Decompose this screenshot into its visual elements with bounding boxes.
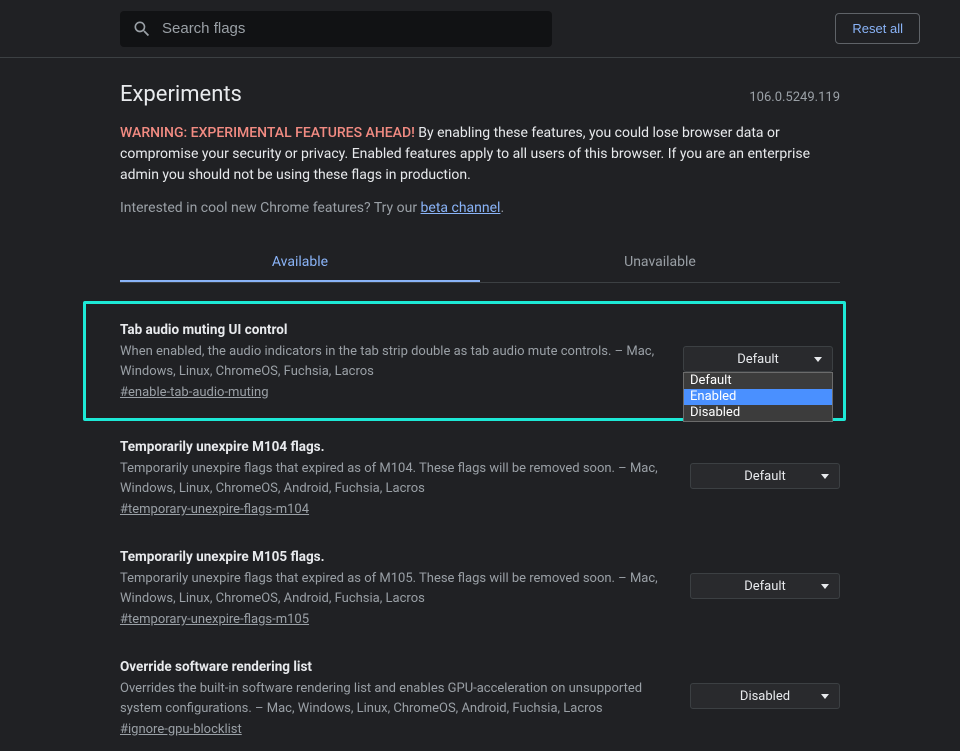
flag-control: DefaultDefaultEnabledDisabled	[683, 322, 833, 372]
flag-anchor-link[interactable]: #temporary-unexpire-flags-m105	[120, 612, 309, 627]
flag-select-value: Disabled	[740, 689, 790, 704]
flag-title: Tab audio muting UI control	[120, 322, 663, 338]
flag-description: Temporarily unexpire flags that expired …	[120, 569, 670, 608]
dropdown-option[interactable]: Disabled	[684, 405, 832, 421]
search-icon	[132, 19, 152, 39]
warning-prefix: WARNING: EXPERIMENTAL FEATURES AHEAD!	[120, 125, 415, 141]
flag-text: Tab audio muting UI control When enabled,…	[96, 322, 683, 400]
flag-select-value: Default	[737, 352, 779, 367]
flag-select[interactable]: Default	[690, 573, 840, 599]
flag-description: Temporarily unexpire flags that expired …	[120, 459, 670, 498]
tabs: Available Unavailable	[120, 242, 840, 283]
content: Experiments 106.0.5249.119 WARNING: EXPE…	[0, 58, 960, 751]
tab-available[interactable]: Available	[120, 242, 480, 282]
flag-control: Default	[690, 549, 840, 599]
flag-row: Temporarily unexpire M105 flags. Temporar…	[120, 531, 840, 641]
flag-select-value: Default	[744, 469, 786, 484]
version-label: 106.0.5249.119	[749, 90, 840, 105]
flag-select-value: Default	[744, 579, 786, 594]
flag-control: Default	[690, 439, 840, 489]
top-bar: Reset all	[0, 0, 960, 58]
flag-description: When enabled, the audio indicators in th…	[120, 342, 663, 381]
flag-text: Temporarily unexpire M105 flags. Temporar…	[120, 549, 690, 627]
search-box[interactable]	[120, 11, 552, 47]
page-title: Experiments	[120, 82, 242, 107]
flag-control: Disabled	[690, 659, 840, 709]
flag-text: Temporarily unexpire M104 flags. Temporar…	[120, 439, 690, 517]
flag-anchor-link[interactable]: #temporary-unexpire-flags-m104	[120, 502, 309, 517]
tab-unavailable[interactable]: Unavailable	[480, 242, 840, 282]
interest-prefix: Interested in cool new Chrome features? …	[120, 200, 421, 216]
flag-row: Tab audio muting UI control When enabled,…	[83, 301, 846, 421]
flag-description: Overrides the built-in software renderin…	[120, 679, 670, 718]
flag-text: Override software rendering list Override…	[120, 659, 690, 737]
search-input[interactable]	[162, 20, 540, 37]
flag-anchor-link[interactable]: #enable-tab-audio-muting	[120, 385, 269, 400]
flag-select[interactable]: Default	[683, 346, 833, 372]
flag-row: Override software rendering list Override…	[120, 641, 840, 751]
flag-title: Override software rendering list	[120, 659, 670, 675]
flag-title: Temporarily unexpire M104 flags.	[120, 439, 670, 455]
reset-all-button[interactable]: Reset all	[835, 13, 920, 44]
interest-line: Interested in cool new Chrome features? …	[120, 200, 840, 216]
flag-select-dropdown: DefaultEnabledDisabled	[683, 372, 833, 422]
flag-list: Tab audio muting UI control When enabled,…	[120, 301, 840, 751]
beta-channel-link[interactable]: beta channel	[421, 200, 501, 216]
flag-row: Temporarily unexpire M104 flags. Temporar…	[120, 421, 840, 531]
warning-block: WARNING: EXPERIMENTAL FEATURES AHEAD! By…	[120, 123, 840, 186]
dropdown-option[interactable]: Default	[684, 373, 832, 389]
flag-select[interactable]: Disabled	[690, 683, 840, 709]
interest-suffix: .	[500, 200, 504, 216]
dropdown-option[interactable]: Enabled	[684, 389, 832, 405]
flag-title: Temporarily unexpire M105 flags.	[120, 549, 670, 565]
flag-anchor-link[interactable]: #ignore-gpu-blocklist	[120, 722, 242, 737]
flag-select[interactable]: Default	[690, 463, 840, 489]
